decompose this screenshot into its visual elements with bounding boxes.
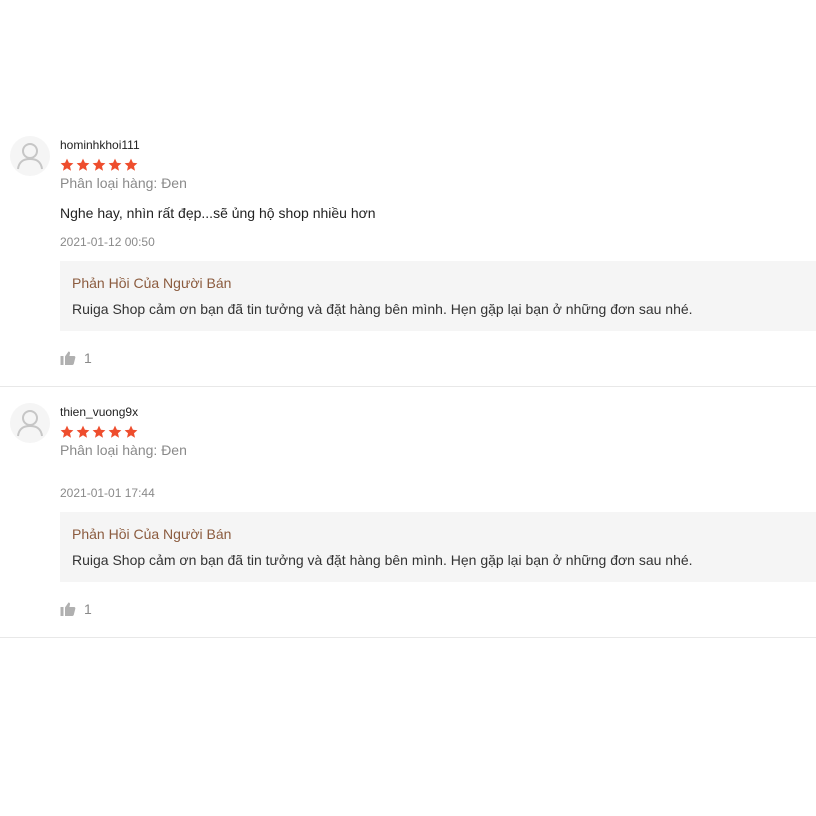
review-item: hominhkhoi111 Phân loại hàng: Đen Nghe h… <box>0 0 816 387</box>
seller-reply-title: Phản Hồi Của Người Bán <box>72 275 232 291</box>
product-variation: Phân loại hàng: Đen <box>60 442 187 458</box>
star-icon <box>76 158 90 171</box>
review-username[interactable]: hominhkhoi111 <box>60 138 140 152</box>
review-username[interactable]: thien_vuong9x <box>60 405 138 419</box>
like-button[interactable]: 1 <box>60 350 92 366</box>
like-button[interactable]: 1 <box>60 601 92 617</box>
review-comment: Nghe hay, nhìn rất đẹp...sẽ ủng hộ shop … <box>60 205 376 221</box>
thumbs-up-icon <box>60 351 76 365</box>
seller-reply: Phản Hồi Của Người Bán Ruiga Shop cảm ơn… <box>60 261 816 331</box>
star-icon <box>108 158 122 171</box>
seller-reply-text: Ruiga Shop cảm ơn bạn đã tin tưởng và đặ… <box>72 552 693 568</box>
rating-stars <box>60 158 138 172</box>
seller-reply-text: Ruiga Shop cảm ơn bạn đã tin tưởng và đặ… <box>72 301 693 317</box>
user-placeholder-icon <box>17 410 43 437</box>
avatar[interactable] <box>10 403 50 443</box>
rating-stars <box>60 425 138 439</box>
avatar[interactable] <box>10 136 50 176</box>
like-count: 1 <box>84 601 92 617</box>
like-count: 1 <box>84 350 92 366</box>
review-timestamp: 2021-01-01 17:44 <box>60 486 155 500</box>
star-icon <box>76 425 90 438</box>
star-icon <box>60 425 74 438</box>
star-icon <box>60 158 74 171</box>
star-icon <box>92 158 106 171</box>
star-icon <box>92 425 106 438</box>
product-variation: Phân loại hàng: Đen <box>60 175 187 191</box>
star-icon <box>124 158 138 171</box>
star-icon <box>124 425 138 438</box>
seller-reply: Phản Hồi Của Người Bán Ruiga Shop cảm ơn… <box>60 512 816 582</box>
review-timestamp: 2021-01-12 00:50 <box>60 235 155 249</box>
user-placeholder-icon <box>17 143 43 170</box>
thumbs-up-icon <box>60 602 76 616</box>
seller-reply-title: Phản Hồi Của Người Bán <box>72 526 232 542</box>
star-icon <box>108 425 122 438</box>
review-item: thien_vuong9x Phân loại hàng: Đen 2021-0… <box>0 387 816 638</box>
